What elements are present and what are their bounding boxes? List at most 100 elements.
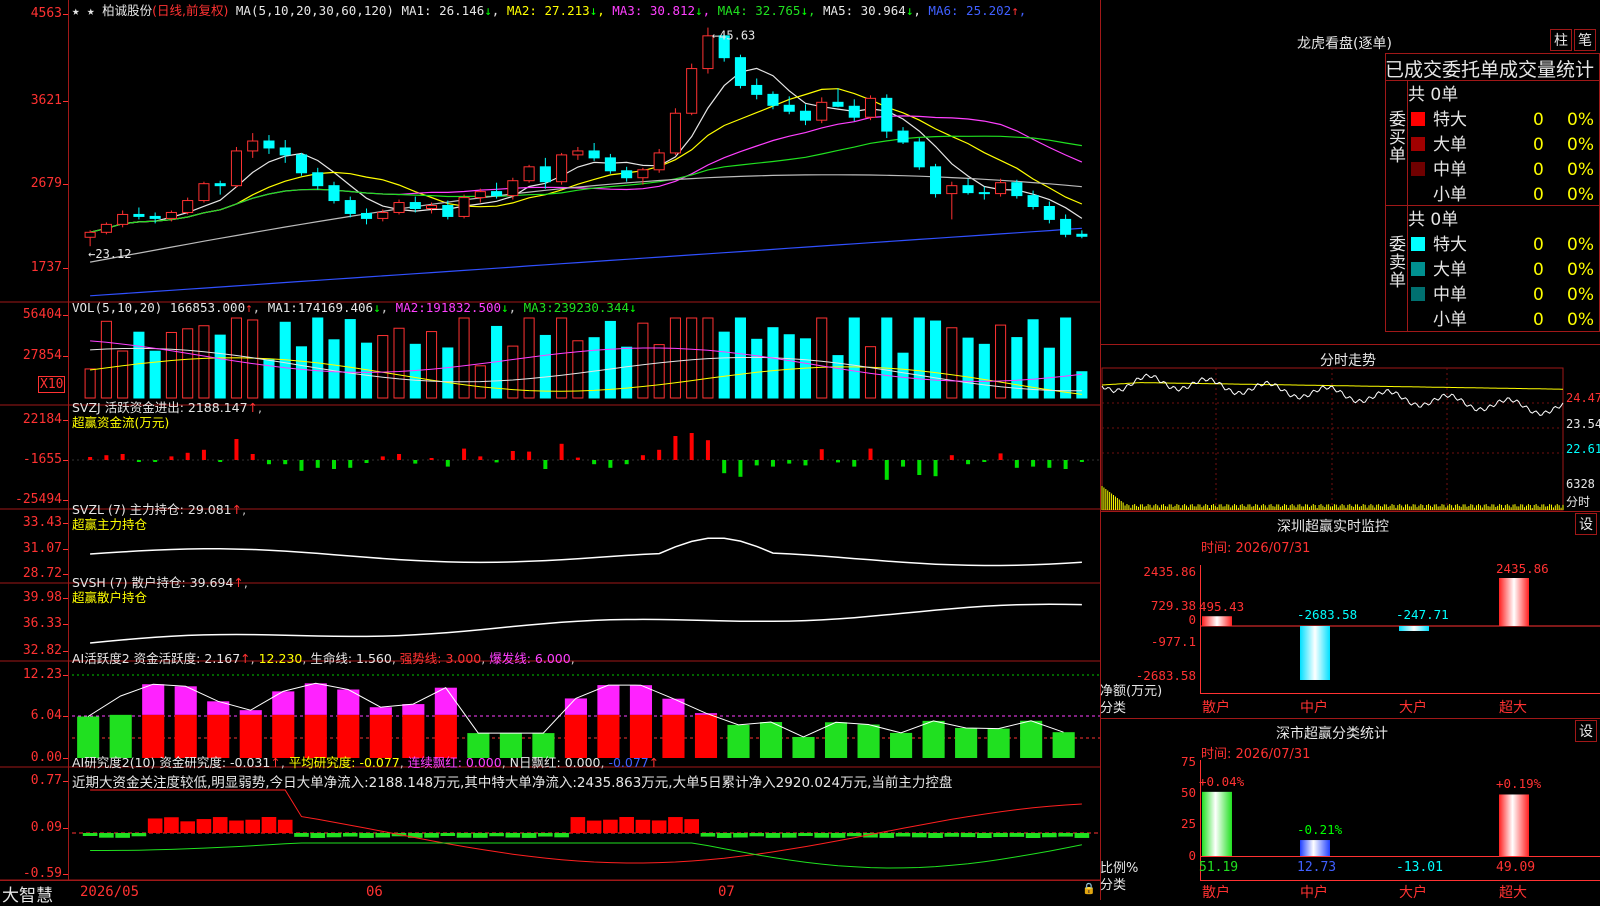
svzj-bar	[462, 448, 467, 460]
sz-class-value-2: -13.01	[1396, 860, 1443, 875]
time-tick-2: 07	[718, 884, 735, 900]
research-bar	[554, 833, 569, 838]
research-bar	[1009, 833, 1025, 837]
sell-row-2[interactable]: 中单 0 0%	[1411, 280, 1594, 305]
research-bar	[505, 833, 521, 838]
ai-active-bar-top	[239, 710, 262, 715]
research-bar	[944, 833, 960, 837]
bar-mode-button[interactable]: 柱	[1550, 29, 1572, 51]
candle-body	[409, 202, 421, 209]
svzj-sub: 超赢资金流(万元)	[72, 415, 170, 430]
sz-class-cat-0: 散户	[1202, 885, 1230, 901]
svzj-bar	[673, 436, 678, 460]
volume-bar	[165, 331, 177, 399]
intraday-title: 分时走势	[1320, 353, 1376, 369]
sell-row-1[interactable]: 大单 0 0%	[1411, 255, 1594, 280]
candle-body	[832, 101, 844, 107]
volume-bar	[978, 343, 990, 399]
buy-qty-0: 0	[1533, 110, 1544, 130]
lock-icon[interactable]: 🔒	[1082, 882, 1096, 895]
candle-body	[328, 185, 340, 202]
main-legend: ★ ★ 柏诚股份(日线,前复权) MA(5,10,20,30,60,120) M…	[72, 0, 1026, 19]
sz-class-settings-button[interactable]: 设	[1575, 720, 1597, 742]
buy-label-2: 中单	[1433, 160, 1467, 180]
buy-row-2[interactable]: 中单 0 0%	[1411, 155, 1594, 180]
svzj-bar	[575, 457, 580, 460]
time-tick-0: 2026/05	[80, 884, 140, 900]
vol-y-label-1: 27854	[22, 348, 62, 363]
volume-bar	[962, 337, 974, 399]
research-bar	[521, 833, 537, 838]
svzj-bar	[624, 460, 629, 465]
sz-monitor-bar-1	[1300, 626, 1330, 680]
candle-body	[881, 97, 893, 132]
ai-active-bar	[1020, 720, 1043, 758]
research-bar	[375, 833, 391, 838]
candle-body	[117, 213, 129, 225]
research-bar	[440, 833, 456, 837]
sz-monitor-y-label-3: -977.1	[1150, 634, 1196, 649]
svzj-bar	[803, 460, 808, 466]
ma-value-4: MA4: 32.765↓,	[717, 3, 824, 18]
svsh-y-tick-2	[63, 651, 68, 652]
ai-active-bar	[694, 714, 718, 758]
ai-active-bar-top	[402, 704, 425, 715]
candle-body	[588, 150, 600, 159]
buy-row-0[interactable]: 特大 0 0%	[1411, 105, 1594, 130]
vol-y-tick-0	[63, 315, 68, 316]
ai-research-y-label-1: 0.09	[30, 820, 62, 835]
svzj-bar	[169, 456, 174, 460]
ai-active-bar	[987, 728, 1010, 758]
svzj-bar	[445, 460, 450, 467]
volume-bar	[848, 317, 860, 399]
research-bar	[424, 833, 439, 838]
research-bar	[99, 833, 114, 838]
ai-active-bar	[1052, 732, 1075, 758]
candle-body	[1027, 195, 1039, 208]
candle-body	[816, 101, 828, 121]
svzl-y-label-0: 33.43	[22, 515, 62, 530]
buy-row-3[interactable]: 小单 0 0%	[1411, 180, 1594, 205]
price-y-label-1: 3621	[30, 93, 62, 108]
candle-body	[734, 57, 746, 86]
buy-swatch-2	[1411, 162, 1425, 176]
vol-value: 166853.000	[169, 300, 246, 315]
buy-row-1[interactable]: 大单 0 0%	[1411, 130, 1594, 155]
volume-bar	[864, 346, 877, 399]
svzj-bar	[299, 460, 304, 471]
ai-active-bar	[727, 724, 750, 758]
candle-body	[946, 185, 958, 195]
volume-bar	[913, 317, 925, 399]
volume-bar	[816, 317, 828, 399]
research-bar	[570, 817, 586, 833]
research-bar	[733, 833, 748, 838]
sell-swatch-2	[1411, 287, 1425, 301]
candle-body	[523, 166, 535, 182]
sell-row-3[interactable]: 小单 0 0%	[1411, 305, 1594, 330]
period-label[interactable]: (日线,前复权)	[152, 3, 228, 18]
sell-label-1: 大单	[1433, 260, 1467, 280]
research-bar	[977, 833, 992, 838]
svzj-bar	[657, 449, 662, 460]
candle-body	[279, 147, 291, 156]
candle-body	[686, 68, 698, 114]
volume-bar	[832, 355, 844, 399]
research-bar	[765, 833, 781, 838]
research-bar	[131, 833, 147, 837]
svzj-bar	[998, 453, 1003, 460]
candle-body	[864, 97, 877, 118]
stock-name[interactable]: 柏诚股份	[102, 3, 152, 18]
tick-mode-button[interactable]: 笔	[1574, 29, 1596, 51]
ai-active-y-tick-2	[63, 758, 68, 759]
svsh-y-tick-1	[63, 624, 68, 625]
sz-monitor-cat-2: 大户	[1399, 700, 1427, 716]
sell-row-0[interactable]: 特大 0 0%	[1411, 230, 1594, 255]
sz-monitor-settings-button[interactable]: 设	[1575, 513, 1597, 535]
svsh-y-label-2: 32.82	[22, 643, 62, 658]
vol-unit-badge[interactable]: X10	[38, 376, 66, 393]
volume-bar	[426, 331, 438, 399]
sz-class-title: 深市超赢分类统计	[1276, 726, 1388, 742]
candle-body	[751, 84, 763, 95]
research-bar	[830, 833, 846, 838]
research-bar	[960, 833, 976, 838]
